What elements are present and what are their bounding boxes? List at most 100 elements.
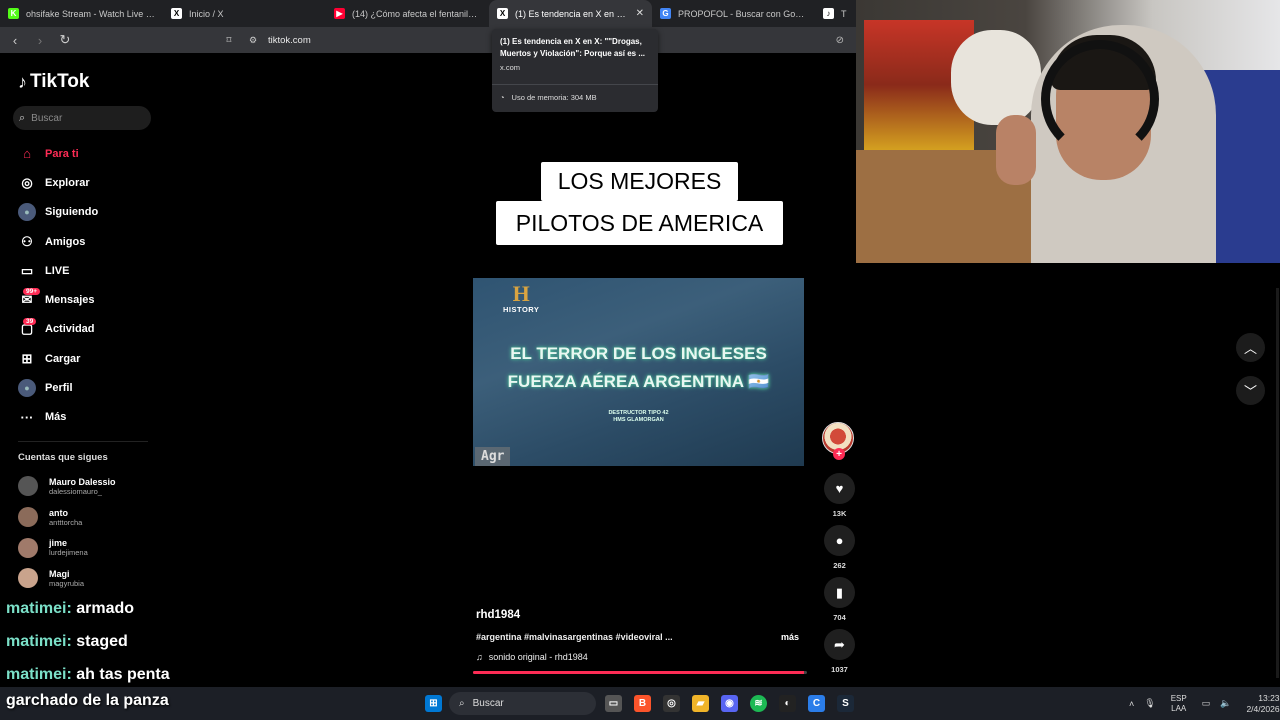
video-sound[interactable]: ♫ sonido original - rhd1984 — [476, 652, 588, 662]
youtube-icon: ▶ — [334, 8, 345, 19]
spotify-icon[interactable]: ≋ — [750, 695, 767, 712]
language-indicator[interactable]: ESP LAA — [1171, 694, 1187, 714]
follow-plus-icon[interactable]: + — [833, 448, 845, 460]
scrollbar[interactable] — [1276, 288, 1279, 678]
following-item[interactable]: jime lurdejimena — [18, 532, 116, 563]
clock-date: 2/4/2026 — [1246, 703, 1280, 714]
caption-line-2: PILOTOS DE AMERICA — [496, 201, 783, 245]
history-logo-letter: H — [512, 281, 530, 306]
following-text: Magi magyrubia — [49, 569, 84, 588]
reader-mode-icon[interactable]: ⊘ — [836, 35, 844, 46]
previous-video-button[interactable]: ︿ — [1236, 333, 1265, 362]
app-icon[interactable]: ◎ — [663, 695, 680, 712]
home-icon: ⌂ — [23, 146, 31, 162]
saves-count: 704 — [833, 613, 846, 622]
history-logo-text: HISTORY — [503, 305, 540, 314]
obs-icon[interactable]: ◐ — [779, 695, 796, 712]
task-view-icon[interactable]: ▭ — [605, 695, 622, 712]
microphone-icon[interactable]: 🎙 — [1144, 698, 1155, 709]
search-input[interactable]: ⌕ Buscar — [13, 106, 151, 130]
chevron-up-icon[interactable]: ˄ — [1129, 699, 1134, 709]
network-icon[interactable]: ▭ — [1202, 698, 1211, 709]
sidebar-item-para-ti[interactable]: ⌂ Para ti — [18, 139, 98, 168]
sidebar-item-mensajes[interactable]: ✉ Mensajes 99+ — [18, 285, 98, 314]
following-text: anto antttorcha — [49, 508, 82, 527]
video-player[interactable]: H HISTORY EL TERROR DE LOS INGLESES FUER… — [473, 278, 804, 466]
forward-icon[interactable]: › — [30, 30, 50, 50]
search-icon: ⌕ — [459, 698, 465, 709]
sidebar-item-label: Más — [45, 411, 67, 424]
x-icon: X — [497, 8, 508, 19]
sidebar-menu: ⌂ Para ti ◎ Explorar ● Siguiendo ⚇ Amigos ▭ LIVE ✉… — [18, 139, 98, 432]
browser-tab[interactable]: G PROPOFOL - Buscar con Google — [652, 0, 815, 27]
save-action[interactable]: ▮ 704 — [823, 577, 856, 622]
video-author[interactable]: rhd1984 — [476, 609, 520, 621]
video-title-line-2: FUERZA AÉREA ARGENTINA 🇦🇷 — [507, 372, 770, 391]
browser-tab[interactable]: X Inicio / X — [163, 0, 326, 27]
following-item[interactable]: Mauro Dalessio dalessiomauro_ — [18, 471, 116, 502]
friends-icon: ⚇ — [21, 233, 33, 249]
comment-icon[interactable]: ● — [824, 525, 855, 556]
back-icon[interactable]: ‹ — [5, 30, 25, 50]
next-video-button[interactable]: ﹀ — [1236, 376, 1265, 405]
following-item[interactable]: Magi magyrubia — [18, 563, 116, 594]
steam-icon[interactable]: S — [837, 695, 854, 712]
sidebar-item-perfil[interactable]: ● Perfil — [18, 373, 98, 402]
sidebar-item-siguiendo[interactable]: ● Siguiendo — [18, 198, 98, 227]
browser-tab[interactable]: Kohsifake Stream - Watch Live on — [0, 0, 163, 27]
sidebar-item-cargar[interactable]: ⊞ Cargar — [18, 344, 98, 373]
chat-message: matimei: staged — [6, 625, 170, 658]
divider — [18, 441, 148, 442]
following-title: Cuentas que sigues — [18, 452, 108, 463]
more-button[interactable]: más — [781, 632, 799, 642]
reload-icon[interactable]: ↻ — [55, 30, 75, 50]
browser-tab[interactable]: ♪ Tik — [815, 0, 855, 27]
sidebar-item-más[interactable]: ··· Más — [18, 403, 98, 432]
like-action[interactable]: ♥ 13K — [823, 473, 856, 518]
browser-tab[interactable]: ▶ (14) ¿Cómo afecta el fentanilo al cue — [326, 0, 489, 27]
sidebar-item-live[interactable]: ▭ LIVE — [18, 256, 98, 285]
kick-icon: K — [8, 8, 19, 19]
search-placeholder: Buscar — [31, 112, 63, 124]
sidebar-item-actividad[interactable]: ▢ Actividad 39 — [18, 315, 98, 344]
bookmark-icon[interactable]: ⌑ — [222, 35, 236, 46]
discord-icon[interactable]: ◉ — [721, 695, 738, 712]
taskbar-search-label: Buscar — [472, 698, 504, 709]
following-username: antttorcha — [49, 517, 83, 527]
shares-count: 1037 — [831, 665, 848, 674]
bookmark-icon[interactable]: ▮ — [824, 577, 855, 608]
app-icon[interactable]: C — [808, 695, 825, 712]
sidebar-item-label: Actividad — [45, 323, 95, 336]
chat-message: garchado de la panza — [6, 692, 169, 709]
clock[interactable]: 13:23 2/4/2026 — [1246, 693, 1279, 715]
video-watermark: Agr — [475, 447, 511, 466]
windows-start-icon[interactable]: ⊞ — [425, 695, 442, 712]
video-progress-bar[interactable] — [473, 671, 807, 674]
browser-tab[interactable]: X (1) Es tendencia en X en X: ""Dr ✕ — [489, 0, 652, 27]
sidebar-item-amigos[interactable]: ⚇ Amigos — [18, 227, 98, 256]
following-text: Mauro Dalessio dalessiomauro_ — [49, 477, 116, 496]
file-explorer-icon[interactable]: ▰ — [692, 695, 709, 712]
hovercard-title: (1) Es tendencia en X en X: ""Drogas, Mu… — [500, 37, 646, 58]
site-info-icon[interactable]: ⚙ — [246, 35, 260, 46]
avatar — [18, 568, 38, 589]
chat-username: matimei: — [6, 600, 72, 617]
tab-title: PROPOFOL - Buscar con Google — [678, 8, 807, 19]
heart-icon[interactable]: ♥ — [824, 473, 855, 504]
share-action[interactable]: ➦ 1037 — [823, 629, 856, 674]
logo-text: TikTok — [30, 71, 90, 92]
comment-action[interactable]: ● 262 — [823, 525, 856, 570]
following-item[interactable]: anto antttorcha — [18, 502, 116, 533]
tab-title: (14) ¿Cómo afecta el fentanilo al cue — [352, 8, 481, 19]
keyboard-layout: LAA — [1171, 703, 1187, 713]
brave-browser-icon[interactable]: B — [634, 695, 651, 712]
x-icon: X — [171, 8, 182, 19]
tiktok-logo[interactable]: ♪ TikTok — [18, 71, 89, 93]
volume-icon[interactable]: 🔈 — [1220, 698, 1231, 709]
sidebar-item-explorar[interactable]: ◎ Explorar — [18, 168, 98, 197]
share-icon[interactable]: ➦ — [824, 629, 855, 660]
tab-title: (1) Es tendencia en X en X: ""Dr — [515, 8, 630, 19]
chevron-up-icon: ︿ — [1243, 341, 1257, 356]
taskbar-search[interactable]: ⌕ Buscar — [449, 692, 596, 715]
close-tab-icon[interactable]: ✕ — [636, 8, 644, 19]
